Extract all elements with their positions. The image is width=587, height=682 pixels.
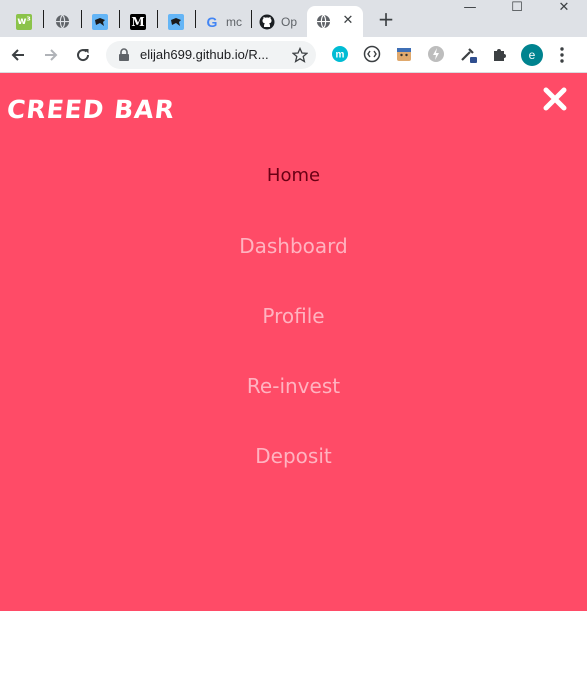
nav-item-home: Home [0, 161, 587, 231]
tab-separator [43, 10, 44, 28]
tab-separator [81, 10, 82, 28]
nav-item-profile: Profile [0, 301, 587, 371]
browser-tab-strip: w³ M G mc Op ✕ + — ☐ ✕ [0, 0, 587, 37]
tab-separator [157, 10, 158, 28]
bird-icon [92, 13, 108, 30]
extension-face-icon[interactable] [395, 45, 413, 63]
tab-close-icon[interactable]: ✕ [341, 14, 355, 28]
svg-text:m: m [336, 50, 345, 61]
profile-avatar[interactable]: e [521, 44, 543, 66]
forward-button[interactable] [40, 44, 62, 66]
tab-title: Op [281, 14, 298, 29]
extension-code-icon[interactable] [363, 45, 381, 63]
nav-item-deposit: Deposit [0, 441, 587, 511]
browser-tab[interactable] [84, 6, 108, 37]
arrow-left-icon [11, 49, 24, 61]
close-menu-icon[interactable] [541, 85, 569, 113]
arrow-right-icon [45, 49, 58, 61]
globe-icon [315, 14, 331, 30]
nav-menu: Home Dashboard Profile Re-invest Deposit [0, 161, 587, 511]
github-icon [259, 14, 275, 30]
active-browser-tab[interactable]: ✕ [307, 6, 363, 37]
tab-title: mc [226, 14, 242, 29]
medium-icon: M [130, 13, 146, 30]
browser-tab[interactable] [160, 6, 184, 37]
extension-m-icon[interactable]: m [331, 45, 349, 63]
browser-tab[interactable]: Op [251, 6, 299, 37]
back-button[interactable] [7, 44, 29, 66]
minimize-button[interactable]: — [448, 0, 492, 16]
new-tab-button[interactable]: + [376, 9, 396, 29]
nav-link-dashboard[interactable]: Dashboard [239, 231, 348, 261]
maximize-button[interactable]: ☐ [495, 0, 539, 16]
reload-icon [77, 49, 90, 62]
address-bar[interactable]: elijah699.github.io/R... [106, 41, 316, 69]
bookmark-star-icon [292, 47, 308, 63]
more-menu-icon[interactable] [560, 46, 564, 64]
nav-link-reinvest[interactable]: Re-invest [247, 371, 340, 401]
nav-link-deposit[interactable]: Deposit [255, 441, 331, 471]
w3schools-icon: w³ [16, 13, 32, 30]
extension-bolt-icon[interactable] [427, 45, 445, 63]
address-url: elijah699.github.io/R... [140, 47, 269, 62]
nav-item-reinvest: Re-invest [0, 371, 587, 441]
google-icon: G [206, 13, 218, 30]
nav-overlay: CREED BAR Home Dashboard Profile Re-inve… [0, 73, 587, 611]
nav-item-dashboard: Dashboard [0, 231, 587, 301]
nav-link-profile[interactable]: Profile [262, 301, 324, 331]
bird-icon [168, 13, 184, 30]
page-viewport: CREED BAR Home Dashboard Profile Re-inve… [0, 73, 587, 682]
browser-tab[interactable] [46, 6, 70, 37]
browser-tab[interactable]: M [122, 6, 146, 37]
browser-toolbar: elijah699.github.io/R... m e [0, 37, 587, 73]
tab-separator [119, 10, 120, 28]
browser-tab[interactable]: G mc [196, 6, 244, 37]
nav-link-home[interactable]: Home [267, 161, 320, 191]
extensions-puzzle-icon[interactable] [491, 45, 509, 63]
site-brand[interactable]: CREED BAR [5, 95, 176, 124]
browser-tab[interactable]: w³ [8, 6, 32, 37]
window-close-button[interactable]: ✕ [542, 0, 586, 16]
lock-icon [119, 48, 129, 61]
extension-eyedropper-icon[interactable] [459, 45, 477, 63]
globe-icon [54, 14, 70, 30]
reload-button[interactable] [72, 44, 94, 66]
